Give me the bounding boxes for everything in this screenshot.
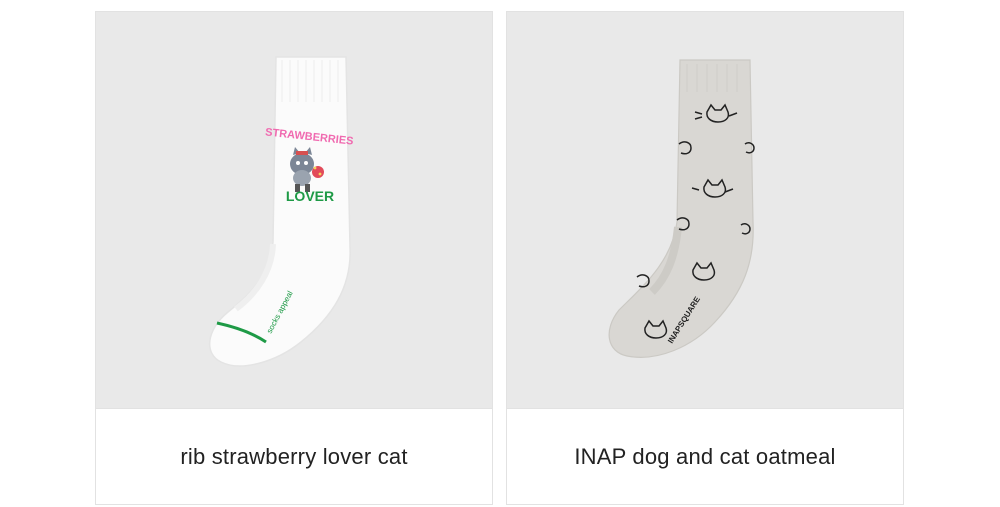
product-grid: STRAWBERRIES LOVER socks appeal rib stra… xyxy=(0,0,1000,507)
oatmeal-sock-image: INAPSQUARE xyxy=(608,59,755,358)
white-sock-image: STRAWBERRIES LOVER socks appeal xyxy=(208,56,354,367)
sock-text-bottom: LOVER xyxy=(286,188,334,204)
product-card-inap-dog-and-cat-oatmeal[interactable]: INAPSQUARE INAP dog and cat oatmeal xyxy=(506,11,904,505)
product-image[interactable]: STRAWBERRIES LOVER socks appeal xyxy=(96,12,492,408)
product-name[interactable]: rib strawberry lover cat xyxy=(96,408,492,504)
product-image[interactable]: INAPSQUARE xyxy=(507,12,903,408)
product-card-rib-strawberry-lover-cat[interactable]: STRAWBERRIES LOVER socks appeal rib stra… xyxy=(95,11,493,505)
product-name[interactable]: INAP dog and cat oatmeal xyxy=(507,408,903,504)
